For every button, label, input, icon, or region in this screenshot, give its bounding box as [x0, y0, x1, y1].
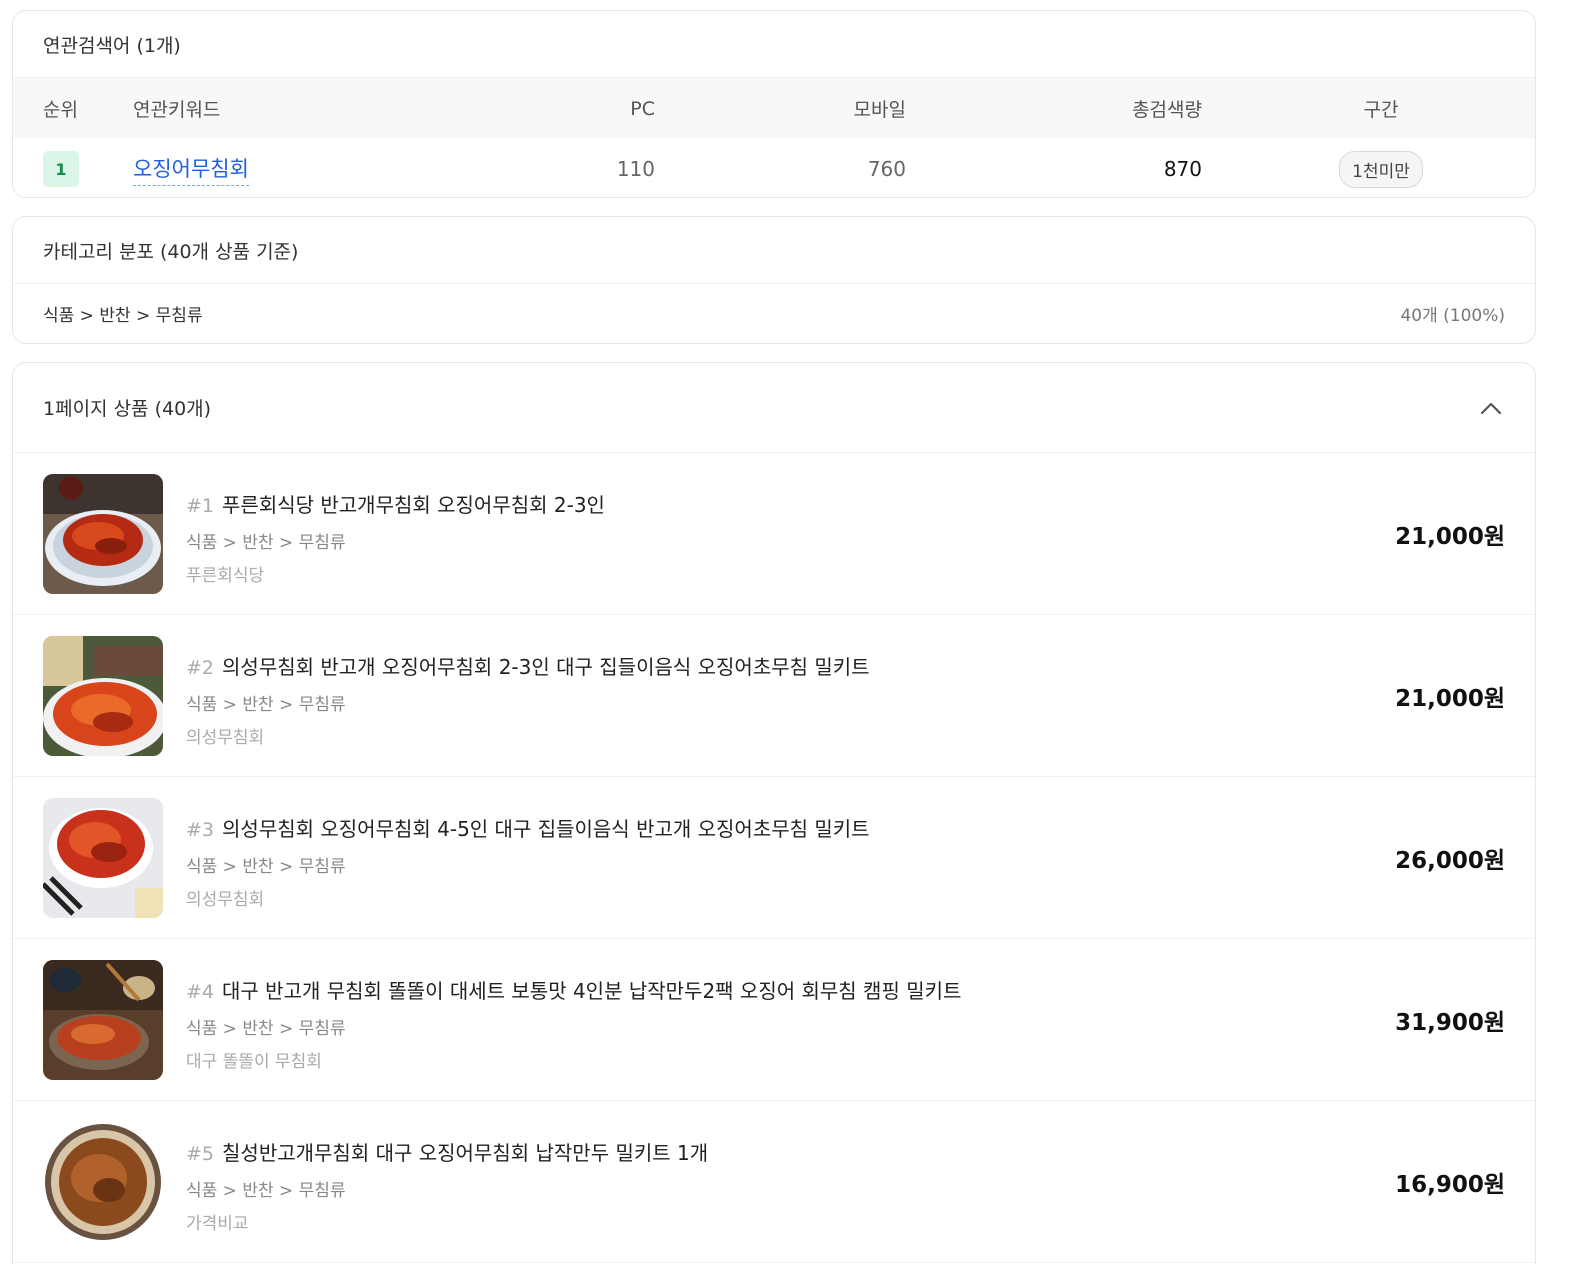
list-item[interactable]: #4 대구 반고개 무침회 똘똘이 대세트 보통맛 4인분 납작만두2팩 오징어…	[13, 939, 1535, 1101]
header-rank: 순위	[43, 99, 78, 121]
products-header: 1페이지 상품 (40개)	[13, 363, 1535, 453]
related-keywords-card: 연관검색어 (1개) 순위 연관키워드 PC 모바일 총검색량 구간 1 오징어…	[12, 10, 1536, 198]
header-pc: PC	[630, 97, 655, 120]
table-row: 1 오징어무침회 110 760 870 1천미만	[13, 139, 1535, 197]
total-volume: 870	[1163, 157, 1202, 181]
product-title[interactable]: 의성무침회 오징어무침회 4-5인 대구 집들이음식 반고개 오징어초무침 밀키…	[222, 813, 870, 842]
header-section: 구간	[1363, 99, 1399, 121]
product-price: 21,000원	[1395, 685, 1505, 712]
product-store: 가격비교	[186, 1214, 249, 1234]
list-item[interactable]: #2 의성무침회 반고개 오징어무침회 2-3인 대구 집들이음식 오징어초무침…	[13, 615, 1535, 777]
product-category: 식품 > 반찬 > 무침류	[186, 857, 346, 877]
product-price: 21,000원	[1395, 523, 1505, 550]
product-title[interactable]: 대구 반고개 무침회 똘똘이 대세트 보통맛 4인분 납작만두2팩 오징어 회무…	[222, 975, 961, 1004]
related-keywords-title: 연관검색어 (1개)	[43, 34, 181, 57]
product-thumbnail	[43, 474, 163, 594]
category-path: 식품 > 반찬 > 무침류	[43, 306, 203, 326]
product-store: 푸른회식당	[186, 566, 265, 586]
product-rank: #3	[186, 819, 215, 841]
product-price: 31,900원	[1395, 1009, 1505, 1036]
product-store: 의성무침회	[186, 890, 265, 910]
section-badge: 1천미만	[1339, 150, 1423, 188]
product-category: 식품 > 반찬 > 무침류	[186, 695, 346, 715]
product-thumbnail	[43, 798, 163, 918]
product-title[interactable]: 의성무침회 반고개 오징어무침회 2-3인 대구 집들이음식 오징어초무침 밀키…	[222, 651, 870, 680]
header-mobile: 모바일	[853, 99, 906, 121]
category-row: 식품 > 반찬 > 무침류 40개 (100%)	[13, 283, 1535, 343]
list-item[interactable]: #3 의성무침회 오징어무침회 4-5인 대구 집들이음식 반고개 오징어초무침…	[13, 777, 1535, 939]
pc-volume: 110	[616, 157, 655, 181]
category-count: 40개 (100%)	[1400, 306, 1505, 326]
product-category: 식품 > 반찬 > 무침류	[186, 1019, 346, 1039]
product-category: 식품 > 반찬 > 무침류	[186, 533, 346, 553]
header-keyword: 연관키워드	[133, 99, 221, 121]
product-rank: #4	[186, 981, 215, 1003]
product-rank: #1	[186, 495, 215, 517]
category-distribution-card: 카테고리 분포 (40개 상품 기준) 식품 > 반찬 > 무침류 40개 (1…	[12, 216, 1536, 344]
list-item[interactable]: #1 푸른회식당 반고개무침회 오징어무침회 2-3인 식품 > 반찬 > 무침…	[13, 453, 1535, 615]
product-store: 대구 똘똘이 무침회	[186, 1052, 322, 1072]
rank-badge: 1	[43, 151, 79, 187]
product-thumbnail	[43, 1122, 163, 1242]
related-table-header: 순위 연관키워드 PC 모바일 총검색량 구간	[13, 77, 1535, 139]
keyword-link[interactable]: 오징어무침회	[133, 153, 249, 186]
products-title: 1페이지 상품 (40개)	[43, 398, 212, 420]
product-price: 26,000원	[1395, 847, 1505, 874]
list-item[interactable]: #5 칠성반고개무침회 대구 오징어무침회 납작만두 밀키트 1개 식품 > 반…	[13, 1101, 1535, 1263]
products-card: 1페이지 상품 (40개) #1 푸른회식당 반고개무침회 오징어무침회 2-3…	[12, 362, 1536, 1264]
product-rank: #2	[186, 657, 215, 679]
product-title[interactable]: 푸른회식당 반고개무침회 오징어무침회 2-3인	[222, 489, 605, 518]
product-price: 16,900원	[1395, 1171, 1505, 1198]
category-title: 카테고리 분포 (40개 상품 기준)	[43, 240, 299, 263]
product-category: 식품 > 반찬 > 무침류	[186, 1181, 346, 1201]
mobile-volume: 760	[867, 157, 906, 181]
product-thumbnail	[43, 636, 163, 756]
header-total: 총검색량	[1132, 99, 1202, 121]
product-rank: #5	[186, 1143, 215, 1165]
product-thumbnail	[43, 960, 163, 1080]
product-title[interactable]: 칠성반고개무침회 대구 오징어무침회 납작만두 밀키트 1개	[222, 1137, 708, 1166]
chevron-up-icon[interactable]	[1477, 394, 1505, 422]
product-store: 의성무침회	[186, 728, 265, 748]
